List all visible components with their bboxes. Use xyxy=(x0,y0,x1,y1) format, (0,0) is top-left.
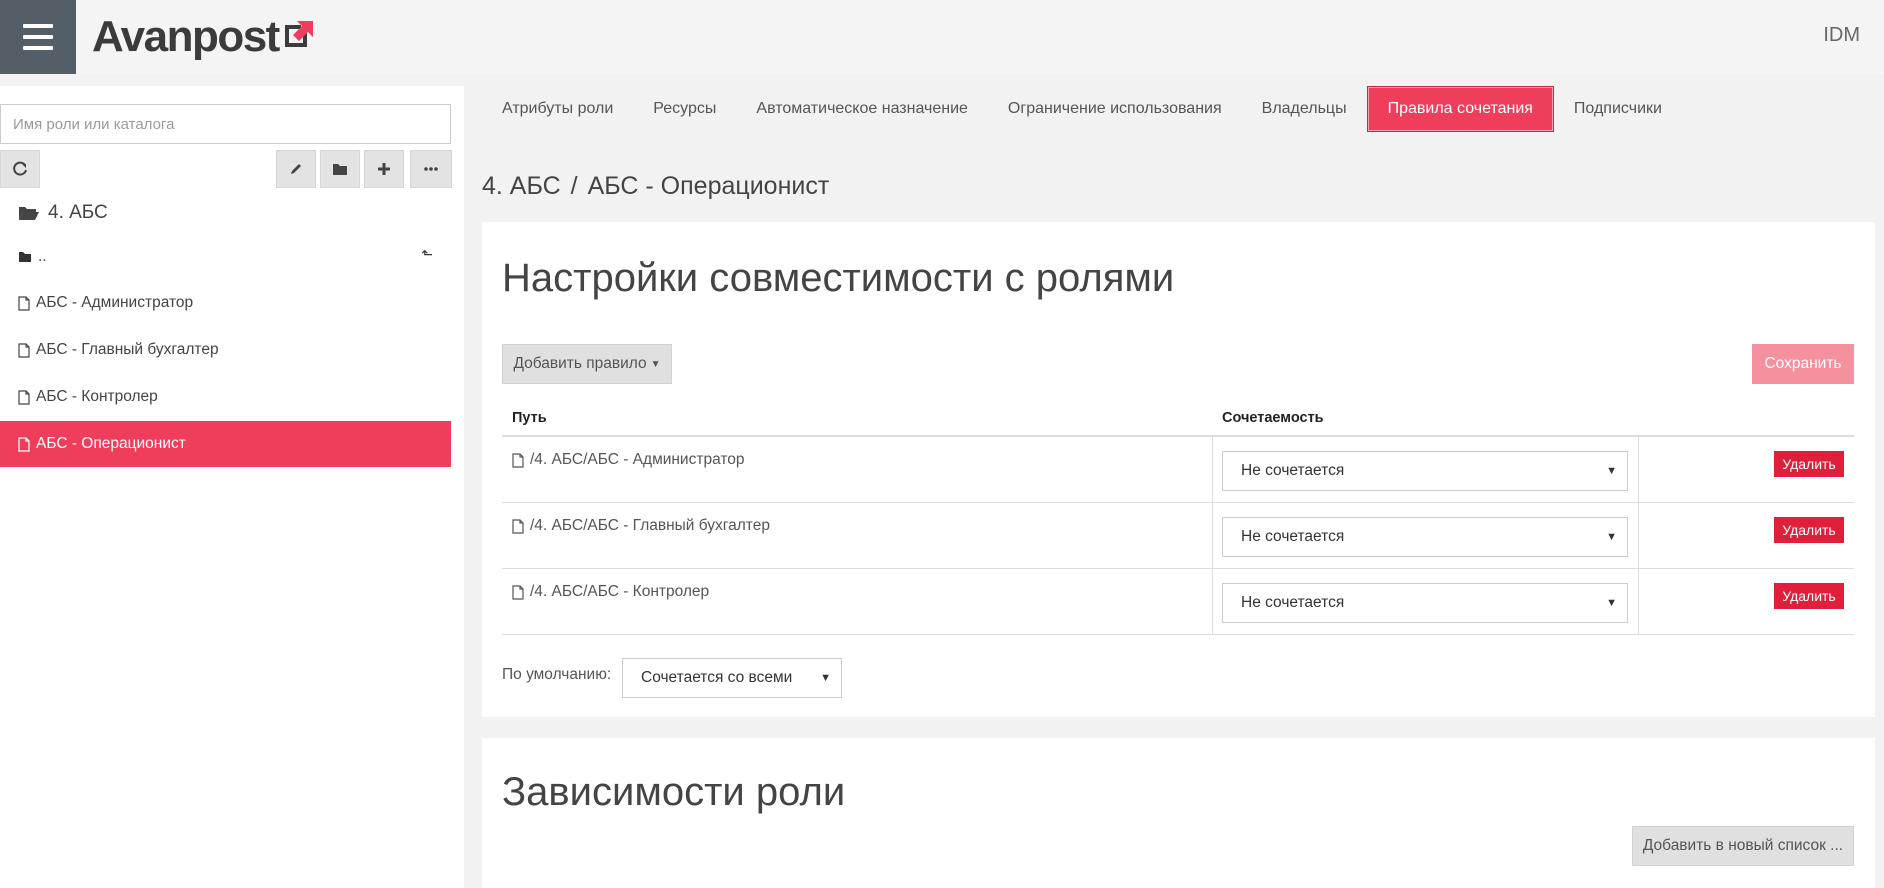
edit-button[interactable] xyxy=(276,150,316,188)
tree-item[interactable]: АБС - Администратор xyxy=(0,280,451,326)
column-divider xyxy=(1212,503,1213,569)
file-icon xyxy=(18,342,30,358)
compat-select-value: Не сочетается xyxy=(1241,462,1345,479)
more-button[interactable] xyxy=(410,150,452,188)
folder-title-label: 4. АБС xyxy=(48,202,108,223)
tree-item-label: АБС - Главный бухгалтер xyxy=(36,341,219,358)
delete-button[interactable]: Удалить xyxy=(1774,583,1844,609)
tab-owners[interactable]: Владельцы xyxy=(1242,86,1367,132)
row-path-text: /4. АБС/АБС - Контролер xyxy=(530,583,710,600)
row-path: /4. АБС/АБС - Администратор xyxy=(512,451,745,469)
tab-combination-rules[interactable]: Правила сочетания xyxy=(1366,86,1554,132)
add-to-new-list-button[interactable]: Добавить в новый список ... xyxy=(1632,826,1854,866)
compat-select[interactable]: Не сочетается ▼ xyxy=(1222,517,1628,557)
dependencies-panel: Зависимости роли Добавить в новый список… xyxy=(482,738,1875,888)
compat-select[interactable]: Не сочетается ▼ xyxy=(1222,451,1628,491)
breadcrumb-separator: / xyxy=(570,172,578,200)
pencil-icon xyxy=(291,164,301,174)
folder-open-icon xyxy=(19,207,39,220)
file-icon xyxy=(512,452,524,468)
tree-item-label: АБС - Администратор xyxy=(36,294,194,311)
logo[interactable]: Avanpost xyxy=(92,12,315,62)
folder-button[interactable] xyxy=(320,150,360,188)
panel-title: Зависимости роли xyxy=(502,770,846,814)
tree-item-label: АБС - Операционист xyxy=(36,435,186,452)
column-divider xyxy=(1638,437,1639,503)
file-icon xyxy=(18,389,30,405)
tab-usage-restriction[interactable]: Ограничение использования xyxy=(988,86,1242,132)
breadcrumb: 4. АБС / АБС - Операционист xyxy=(482,172,829,201)
folder-icon xyxy=(19,252,31,262)
col-header-compat: Сочетаемость xyxy=(1222,410,1324,426)
tree-item[interactable]: АБС - Главный бухгалтер xyxy=(0,327,451,373)
compat-select-value: Не сочетается xyxy=(1241,528,1345,545)
role-tabs: Атрибуты роли Ресурсы Автоматическое наз… xyxy=(482,86,1682,132)
row-path: /4. АБС/АБС - Главный бухгалтер xyxy=(512,517,770,535)
row-path: /4. АБС/АБС - Контролер xyxy=(512,583,709,601)
caret-down-icon: ▼ xyxy=(1606,597,1617,609)
default-label: По умолчанию: xyxy=(502,666,612,683)
panel-title: Настройки совместимости с ролями xyxy=(502,256,1175,300)
logo-text: Avanpost xyxy=(92,12,280,61)
delete-button[interactable]: Удалить xyxy=(1774,517,1844,543)
tree-item-label: АБС - Контролер xyxy=(36,388,158,405)
app-name: IDM xyxy=(1823,24,1860,46)
compatibility-panel: Настройки совместимости с ролями Добавит… xyxy=(482,222,1875,717)
tree-item-up[interactable]: .. ⬑ xyxy=(0,234,451,280)
refresh-icon xyxy=(13,161,27,176)
row-path-text: /4. АБС/АБС - Главный бухгалтер xyxy=(530,517,770,534)
breadcrumb-parent[interactable]: 4. АБС xyxy=(482,172,561,201)
table-row: /4. АБС/АБС - Администратор Не сочетаетс… xyxy=(502,437,1854,503)
file-icon xyxy=(512,518,524,534)
tree-item[interactable]: АБС - Контролер xyxy=(0,374,451,420)
default-select-value: Сочетается со всеми xyxy=(641,669,793,686)
tab-subscribers[interactable]: Подписчики xyxy=(1554,86,1682,132)
column-divider xyxy=(1638,569,1639,635)
role-sidebar: 4. АБС .. ⬑ АБС - Администратор АБС - Гл… xyxy=(0,86,464,888)
top-header: Avanpost IDM xyxy=(0,0,1884,74)
caret-down-icon: ▼ xyxy=(1606,531,1617,543)
delete-button[interactable]: Удалить xyxy=(1774,451,1844,477)
column-divider xyxy=(1638,503,1639,569)
add-button[interactable] xyxy=(364,150,404,188)
tab-attributes[interactable]: Атрибуты роли xyxy=(482,86,633,132)
ellipsis-icon xyxy=(424,167,438,171)
current-folder: 4. АБС xyxy=(18,202,108,224)
column-divider xyxy=(1212,437,1213,503)
compat-select[interactable]: Не сочетается ▼ xyxy=(1222,583,1628,623)
add-rule-button[interactable]: Добавить правило ▼ xyxy=(502,344,672,384)
add-rule-label: Добавить правило xyxy=(513,355,647,372)
tab-auto-assignment[interactable]: Автоматическое назначение xyxy=(736,86,988,132)
col-header-path: Путь xyxy=(512,410,547,426)
hamburger-menu-icon[interactable] xyxy=(0,0,76,74)
file-icon xyxy=(18,295,30,311)
tab-resources[interactable]: Ресурсы xyxy=(633,86,736,132)
row-path-text: /4. АБС/АБС - Администратор xyxy=(530,451,745,468)
compat-select-value: Не сочетается xyxy=(1241,594,1345,611)
refresh-button[interactable] xyxy=(0,150,40,188)
table-row: /4. АБС/АБС - Главный бухгалтер Не сочет… xyxy=(502,503,1854,569)
caret-down-icon: ▼ xyxy=(650,358,661,370)
table-row: /4. АБС/АБС - Контролер Не сочетается ▼ … xyxy=(502,569,1854,635)
logo-arrow-icon xyxy=(284,21,313,47)
caret-down-icon: ▼ xyxy=(820,672,831,684)
tree-item-selected[interactable]: АБС - Операционист xyxy=(0,421,451,467)
file-icon xyxy=(512,584,524,600)
role-search-input[interactable] xyxy=(0,104,451,144)
breadcrumb-current: АБС - Операционист xyxy=(587,172,830,200)
level-up-icon[interactable]: ⬑ xyxy=(421,246,433,263)
caret-down-icon: ▼ xyxy=(1606,465,1617,477)
plus-icon xyxy=(378,163,390,175)
save-button[interactable]: Сохранить xyxy=(1752,344,1854,384)
folder-icon xyxy=(333,164,347,175)
default-compat-select[interactable]: Сочетается со всеми ▼ xyxy=(622,658,842,698)
file-icon xyxy=(18,436,30,452)
up-item-label: .. xyxy=(38,248,47,265)
column-divider xyxy=(1212,569,1213,635)
